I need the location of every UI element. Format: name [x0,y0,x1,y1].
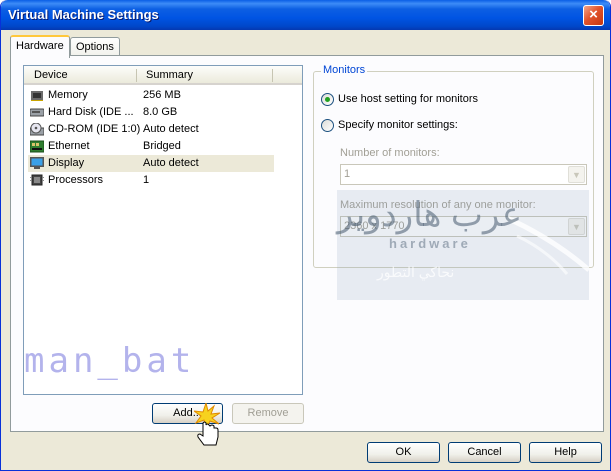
help-button[interactable]: Help [529,442,602,463]
vm-settings-window: Virtual Machine Settings × Hardware Opti… [0,0,611,471]
device-list-header: Device Summary [24,66,302,85]
memory-icon [31,91,43,101]
radio-specify-settings[interactable] [321,119,334,132]
device-name: CD-ROM (IDE 1:0) [48,123,141,135]
device-summary: 256 MB [143,89,181,101]
radio-specify-settings-label[interactable]: Specify monitor settings: [338,119,458,131]
display-icon [30,157,44,169]
device-row-cdrom[interactable]: CD-ROM (IDE 1:0) Auto detect [28,121,274,138]
number-of-monitors-select[interactable]: 1 ▼ [340,164,587,185]
window-title: Virtual Machine Settings [8,7,159,22]
ethernet-icon [30,140,44,153]
column-header-summary[interactable]: Summary [146,69,193,81]
device-list[interactable]: Device Summary Memory 256 MB Hard Disk (… [23,65,303,395]
device-summary: Auto detect [143,157,199,169]
logo-arabic-title: عرب هاردوير [337,196,522,234]
logo-arabic-tagline: نحاكي التطور [377,264,455,280]
cdrom-icon [30,123,44,136]
device-summary: Auto detect [143,123,199,135]
radio-host-setting[interactable] [321,93,334,106]
column-separator[interactable] [136,69,137,82]
tab-hardware[interactable]: Hardware [10,35,70,58]
device-summary: 8.0 GB [143,106,178,118]
radio-host-setting-label[interactable]: Use host setting for monitors [338,93,478,105]
device-name: Ethernet [48,140,90,152]
close-button[interactable]: × [583,5,604,26]
column-header-device[interactable]: Device [34,69,68,81]
number-of-monitors-label: Number of monitors: [340,147,440,159]
device-row-display[interactable]: Display Auto detect [28,155,274,172]
ok-button[interactable]: OK [367,442,440,463]
device-summary: Bridged [143,140,181,152]
cancel-button[interactable]: Cancel [448,442,521,463]
device-row-processors[interactable]: Processors 1 [28,172,274,189]
monitors-legend: Monitors [321,64,368,76]
site-logo-watermark: عرب هاردوير hardware نحاكي التطور [337,190,589,300]
watermark-text: man_bat [24,341,196,381]
title-bar[interactable]: Virtual Machine Settings × [1,0,610,30]
device-row-hard-disk[interactable]: Hard Disk (IDE ... 8.0 GB [28,104,274,121]
tab-hardware-label: Hardware [16,40,64,52]
device-name: Memory [48,89,88,101]
chevron-down-icon[interactable]: ▼ [568,166,585,183]
device-summary: 1 [143,174,150,186]
device-row-ethernet[interactable]: Ethernet Bridged [28,138,274,155]
column-separator[interactable] [272,69,273,82]
logo-latin-text: hardware [389,236,471,251]
tab-options-label: Options [76,41,114,53]
device-row-memory[interactable]: Memory 256 MB [28,87,274,104]
device-name: Processors [48,174,104,186]
processor-icon [30,174,44,186]
device-name: Display [48,157,85,169]
dialog-body: Hardware Options Device Summary Memory 2… [4,30,607,467]
hand-cursor-icon [194,403,221,446]
close-icon: × [589,6,598,23]
remove-button[interactable]: Remove [232,403,304,424]
hard-disk-icon [30,108,44,117]
number-of-monitors-value: 1 [344,168,351,180]
device-name: Hard Disk (IDE ... [48,106,134,118]
